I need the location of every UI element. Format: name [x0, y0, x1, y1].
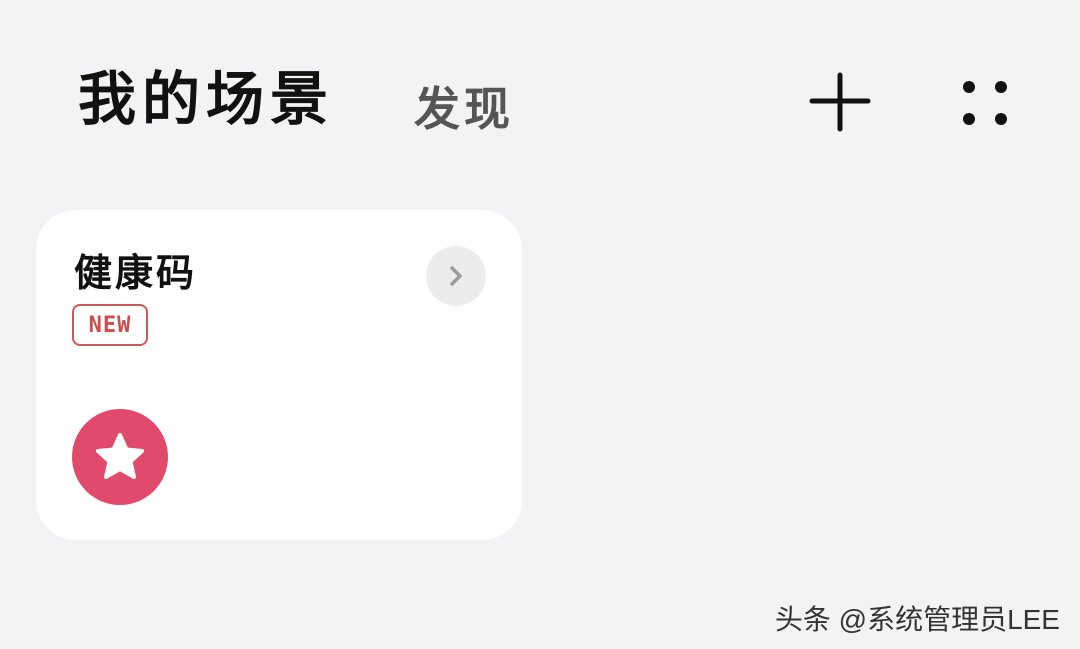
star-icon	[96, 433, 144, 479]
tab-discover[interactable]: 发现	[414, 86, 514, 132]
new-badge: NEW	[72, 304, 148, 346]
scene-card-title: 健康码	[74, 250, 198, 295]
chevron-right-icon	[450, 266, 462, 286]
scene-card-health-code[interactable]: 健康码 NEW	[36, 210, 522, 540]
header: 我的场景 发现	[0, 0, 1080, 180]
add-scene-button[interactable]	[805, 66, 875, 136]
watermark: 头条 @系统管理员LEE	[774, 604, 1060, 635]
plus-icon	[809, 72, 871, 132]
four-dots-icon	[963, 81, 1007, 125]
scene-icon	[72, 409, 168, 505]
open-scene-button[interactable]	[426, 246, 486, 306]
tab-my-scenes[interactable]: 我的场景	[78, 70, 334, 128]
more-options-button[interactable]	[950, 66, 1020, 136]
